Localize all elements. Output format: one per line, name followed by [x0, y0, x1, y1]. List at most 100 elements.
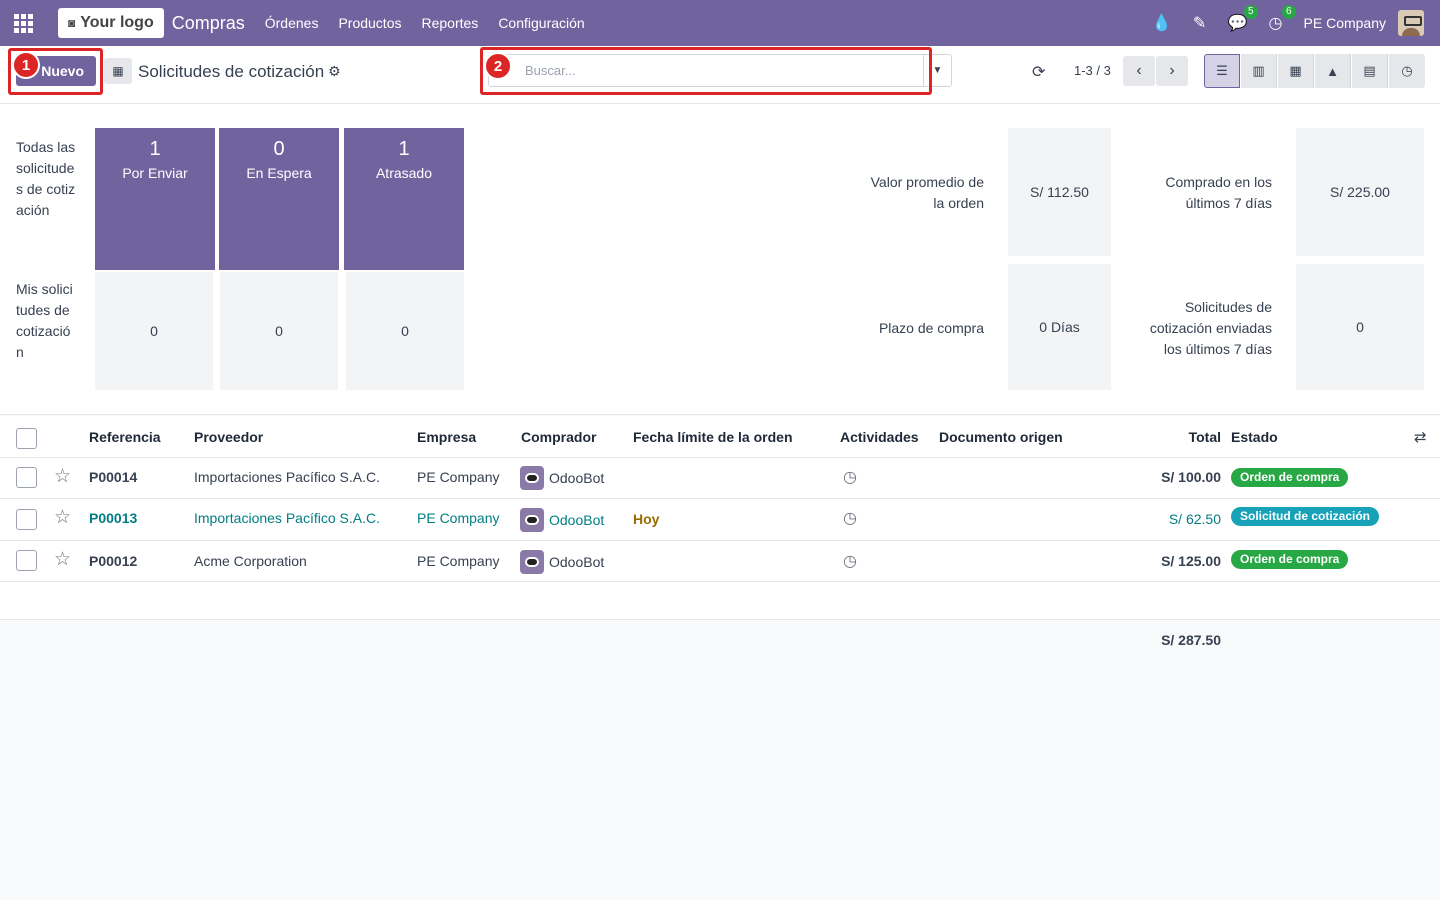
clock-icon[interactable]: ◷	[843, 467, 857, 487]
menu-productos[interactable]: Productos	[338, 15, 401, 31]
tile-count: 1	[149, 138, 161, 160]
menu-ordenes[interactable]: Órdenes	[265, 15, 319, 31]
company-logo[interactable]: ◙ Your logo	[58, 8, 164, 38]
star-icon[interactable]: ☆	[54, 506, 71, 529]
table-row[interactable]: ☆ P00014 Importaciones Pacífico S.A.C. P…	[0, 458, 1440, 499]
cell-vendor: Acme Corporation	[194, 553, 307, 569]
chevron-left-icon[interactable]: ‹	[1123, 56, 1155, 86]
my-waiting[interactable]: 0	[220, 272, 338, 390]
cell-company: PE Company	[417, 553, 500, 569]
pivot-view-button[interactable]: ▦	[1278, 54, 1314, 88]
chevron-right-icon[interactable]: ›	[1156, 56, 1188, 86]
menu-configuracion[interactable]: Configuración	[498, 15, 584, 31]
cell-buyer: OdooBot	[549, 470, 605, 486]
tile-label: Por Enviar	[122, 165, 188, 181]
cell-ref: P00014	[89, 469, 138, 485]
rfq-list: Referencia Proveedor Empresa Comprador F…	[0, 416, 1440, 620]
purchase-dashboard: Todas las solicitudes de cotización Mis …	[0, 104, 1440, 415]
star-icon[interactable]: ☆	[54, 548, 71, 571]
app-name[interactable]: Compras	[172, 13, 245, 34]
col-proveedor[interactable]: Proveedor	[194, 429, 263, 445]
chat-icon[interactable]: 💬 5	[1228, 5, 1258, 33]
app-menu-button[interactable]	[0, 0, 46, 46]
col-documento-origen[interactable]: Documento origen	[939, 429, 1063, 445]
cell-deadline: Hoy	[633, 511, 660, 527]
sliders-icon[interactable]: ⇄	[1414, 428, 1427, 446]
kanban-view-button[interactable]: ▥	[1241, 54, 1277, 88]
odoobot-avatar	[520, 550, 544, 574]
star-icon[interactable]: ☆	[54, 465, 71, 488]
clock-icon[interactable]: ◷	[843, 508, 857, 528]
refresh-icon[interactable]: ⟳	[1032, 62, 1045, 82]
page-title: Solicitudes de cotización	[138, 62, 325, 81]
col-actividades[interactable]: Actividades	[840, 429, 919, 445]
sum-total: S/ 287.50	[1161, 632, 1221, 648]
control-panel: Nuevo 1 ▦ Solicitudes de cotización ⚙ ▼ …	[0, 46, 1440, 104]
step-badge-1: 1	[12, 51, 40, 79]
activity-clock-icon[interactable]: ◷ 6	[1266, 5, 1296, 33]
gear-icon[interactable]: ⚙	[328, 63, 341, 80]
calendar-view-button[interactable]: ▤	[1352, 54, 1388, 88]
my-to-send[interactable]: 0	[95, 272, 213, 390]
grid-icon	[13, 13, 33, 33]
list-view-button[interactable]: ☰	[1204, 54, 1240, 88]
cell-buyer: OdooBot	[549, 554, 605, 570]
select-all-checkbox[interactable]	[16, 428, 37, 449]
cell-vendor: Importaciones Pacífico S.A.C.	[194, 469, 380, 485]
cell-company: PE Company	[417, 469, 500, 485]
user-avatar[interactable]	[1398, 10, 1424, 36]
row-label-mine: Mis solicitudes de cotización	[16, 281, 73, 360]
tile-label: En Espera	[246, 165, 312, 181]
menu-reportes[interactable]: Reportes	[422, 15, 479, 31]
row-label-all: Todas las solicitudes de cotización	[16, 139, 76, 218]
table-header: Referencia Proveedor Empresa Comprador F…	[0, 416, 1440, 458]
cell-total: S/ 100.00	[1161, 469, 1221, 485]
kpi-purchased-value: S/ 225.00	[1296, 128, 1424, 256]
tile-count: 1	[398, 138, 410, 160]
kpi-rfq-sent-value: 0	[1296, 264, 1424, 390]
status-badge: Orden de compra	[1231, 468, 1349, 487]
row-checkbox[interactable]	[16, 467, 37, 488]
activities-badge: 6	[1281, 5, 1296, 19]
table-row[interactable]: ☆ P00013 Importaciones Pacífico S.A.C. P…	[0, 499, 1440, 541]
tile-count: 0	[273, 138, 285, 160]
status-badge: Solicitud de cotización	[1231, 507, 1380, 526]
tile-to-send[interactable]: 1 Por Enviar	[95, 128, 215, 270]
row-checkbox[interactable]	[16, 550, 37, 571]
cell-total: S/ 125.00	[1161, 553, 1221, 569]
company-switcher[interactable]: PE Company	[1304, 15, 1386, 31]
clock-icon[interactable]: ◷	[843, 551, 857, 571]
camera-icon: ◙	[68, 16, 76, 30]
kpi-purchased-label: Comprado en los últimos 7 días	[1165, 174, 1272, 211]
messages-badge: 5	[1243, 5, 1258, 19]
col-estado[interactable]: Estado	[1231, 429, 1278, 445]
col-fecha-limite[interactable]: Fecha límite de la orden	[633, 429, 793, 445]
edit-icon[interactable]: ✎	[1190, 13, 1210, 33]
kpi-lead-time-value: 0 Días	[1008, 264, 1111, 390]
col-referencia[interactable]: Referencia	[89, 429, 161, 445]
activity-view-button[interactable]: ◷	[1389, 54, 1425, 88]
row-checkbox[interactable]	[16, 509, 37, 530]
logo-text: Your logo	[80, 14, 154, 31]
odoobot-avatar	[520, 466, 544, 490]
col-empresa[interactable]: Empresa	[417, 429, 476, 445]
graph-view-button[interactable]: ▲	[1315, 54, 1351, 88]
cell-buyer: OdooBot	[549, 512, 605, 528]
step-badge-2: 2	[484, 52, 512, 80]
drop-icon[interactable]: 💧	[1152, 13, 1172, 33]
tile-waiting[interactable]: 0 En Espera	[219, 128, 339, 270]
tile-late[interactable]: 1 Atrasado	[344, 128, 464, 270]
kpi-avg-order-label: Valor promedio de la orden	[870, 174, 984, 211]
col-total[interactable]: Total	[1150, 429, 1221, 445]
cell-total: S/ 62.50	[1168, 511, 1221, 527]
tile-label: Atrasado	[375, 165, 433, 181]
my-late[interactable]: 0	[346, 272, 464, 390]
kpi-rfq-sent-label: Solicitudes de cotización enviadas los ú…	[1149, 299, 1272, 357]
table-row[interactable]: ☆ P00012 Acme Corporation PE Company Odo…	[0, 541, 1440, 582]
pager-value[interactable]: 1-3 / 3	[1074, 63, 1111, 78]
highlight-box-search	[480, 47, 932, 95]
status-badge: Orden de compra	[1231, 550, 1349, 569]
col-comprador[interactable]: Comprador	[521, 429, 596, 445]
list-view-icon[interactable]: ▦	[104, 58, 132, 84]
cell-ref: P00012	[89, 553, 138, 569]
